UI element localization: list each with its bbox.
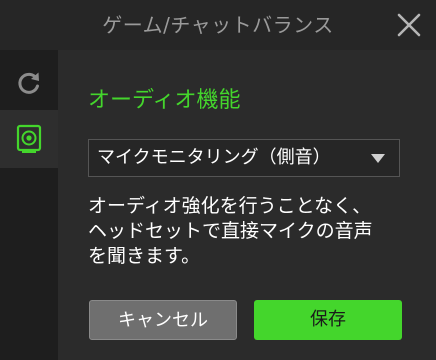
- section-title: オーディオ機能: [88, 88, 241, 113]
- close-button[interactable]: [396, 12, 422, 38]
- description-line: を聞きます。: [88, 245, 201, 267]
- title-bar: ゲーム/チャットバランス: [0, 0, 436, 50]
- description-line: ヘッドセットで直接マイクの音声: [88, 220, 373, 242]
- audio-feature-window: ゲーム/チャットバランス オーディオ機能 マイクモニタリング（側音） オーディオ…: [0, 0, 436, 360]
- save-button[interactable]: 保存: [254, 300, 402, 340]
- window-title: ゲーム/チャットバランス: [102, 13, 334, 37]
- cancel-button[interactable]: キャンセル: [89, 300, 237, 340]
- sidebar-item-refresh[interactable]: [0, 54, 58, 112]
- close-icon: [397, 13, 421, 37]
- sidebar: [0, 50, 58, 360]
- audio-feature-dropdown[interactable]: マイクモニタリング（側音）: [88, 139, 400, 177]
- feature-description: オーディオ強化を行うことなく、 ヘッドセットで直接マイクの音声 を聞きます。: [88, 194, 418, 269]
- refresh-icon: [18, 72, 39, 94]
- main-panel: オーディオ機能 マイクモニタリング（側音） オーディオ強化を行うことなく、 ヘッ…: [58, 50, 436, 360]
- sidebar-item-speaker[interactable]: [0, 110, 58, 168]
- speaker-icon: [16, 124, 42, 153]
- dropdown-selected-value: マイクモニタリング（側音）: [97, 147, 331, 168]
- chevron-down-icon: [371, 154, 385, 163]
- description-line: オーディオ強化を行うことなく、: [88, 195, 372, 217]
